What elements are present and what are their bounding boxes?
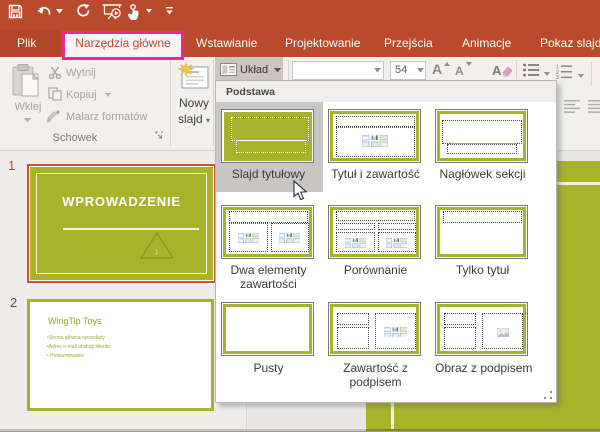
svg-text:1: 1 xyxy=(155,250,159,256)
svg-text:3: 3 xyxy=(556,75,559,79)
